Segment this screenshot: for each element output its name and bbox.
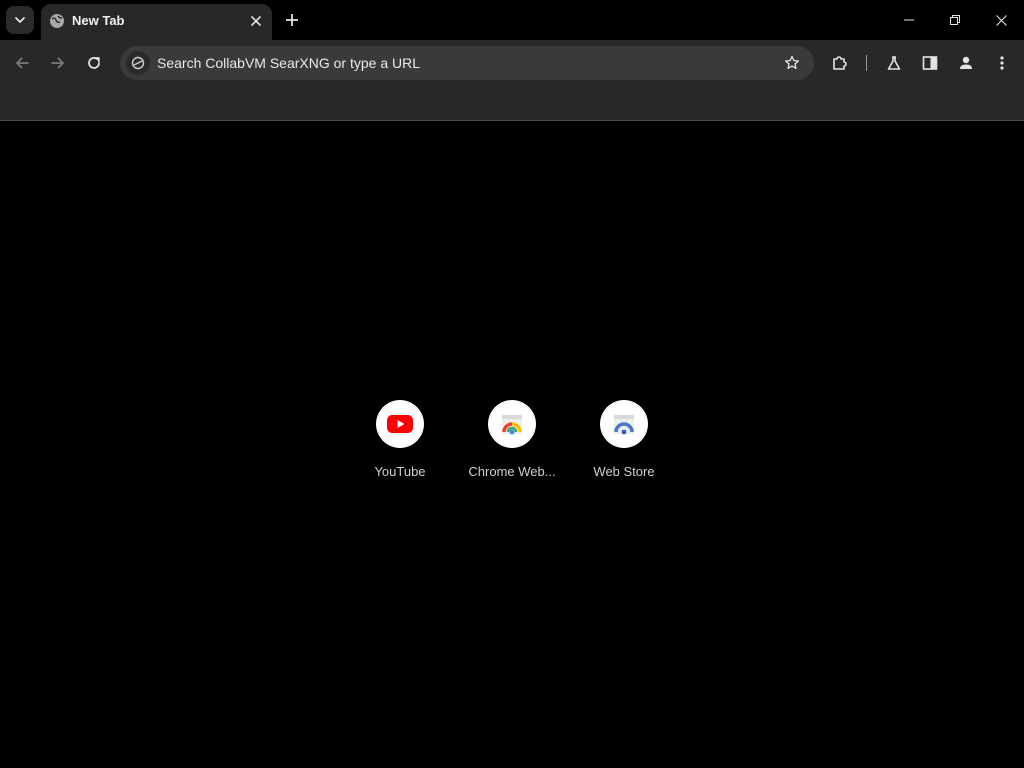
shortcut-web-store[interactable]: Web Store — [568, 400, 680, 490]
shortcut-icon-container — [376, 400, 424, 448]
tab-new-tab[interactable]: New Tab — [41, 4, 272, 40]
minimize-button[interactable] — [886, 0, 932, 40]
back-button[interactable] — [8, 49, 36, 77]
tab-strip: New Tab — [0, 0, 1024, 40]
minimize-icon — [904, 19, 914, 21]
shortcut-icon-container — [488, 400, 536, 448]
extensions-button[interactable] — [826, 49, 854, 77]
shortcut-label: Chrome Web... — [468, 464, 556, 479]
shortcut-label: Web Store — [593, 464, 655, 479]
more-vertical-icon — [1000, 56, 1004, 70]
shortcut-youtube[interactable]: YouTube — [344, 400, 456, 490]
side-panel-button[interactable] — [916, 49, 944, 77]
bookmark-star-button[interactable] — [782, 53, 802, 73]
new-tab-button[interactable] — [280, 8, 304, 32]
profile-button[interactable] — [952, 49, 980, 77]
browser-window: New Tab Search CollabVM SearXNG or type … — [0, 0, 1024, 768]
tab-search-button[interactable] — [6, 6, 34, 34]
reload-button[interactable] — [80, 49, 108, 77]
bookmarks-bar — [0, 86, 1024, 121]
arrow-right-icon — [51, 57, 64, 69]
puzzle-piece-icon — [833, 56, 847, 70]
forward-button[interactable] — [44, 49, 72, 77]
close-window-button[interactable] — [978, 0, 1024, 40]
toolbar: Search CollabVM SearXNG or type a URL — [0, 40, 1024, 86]
tab-close-button[interactable] — [246, 11, 266, 31]
new-tab-page: YouTube Chrome Web... Web Store — [0, 121, 1024, 768]
chrome-web-store-icon — [502, 415, 522, 435]
tab-title: New Tab — [72, 13, 125, 28]
window-controls — [886, 0, 1024, 40]
address-bar-placeholder: Search CollabVM SearXNG or type a URL — [157, 55, 420, 71]
address-bar[interactable]: Search CollabVM SearXNG or type a URL — [120, 46, 814, 80]
side-panel-icon — [922, 56, 938, 70]
arrow-left-icon — [16, 57, 29, 69]
plus-icon — [286, 14, 298, 26]
shortcut-chrome-web-store[interactable]: Chrome Web... — [456, 400, 568, 490]
flask-icon — [887, 56, 901, 70]
close-icon — [251, 16, 261, 26]
reload-icon — [88, 57, 100, 69]
search-engine-icon[interactable] — [126, 51, 150, 75]
person-icon — [960, 56, 972, 69]
youtube-icon — [387, 415, 413, 433]
restore-icon — [950, 15, 960, 25]
star-icon — [785, 55, 799, 70]
toolbar-separator — [866, 55, 867, 71]
shortcut-icon-container — [600, 400, 648, 448]
shortcut-label: YouTube — [374, 464, 426, 479]
menu-button[interactable] — [988, 49, 1016, 77]
restore-button[interactable] — [932, 0, 978, 40]
labs-button[interactable] — [880, 49, 908, 77]
chevron-down-icon — [15, 17, 25, 23]
close-icon — [995, 14, 1007, 26]
web-store-icon — [614, 415, 634, 435]
globe-icon — [49, 13, 65, 29]
